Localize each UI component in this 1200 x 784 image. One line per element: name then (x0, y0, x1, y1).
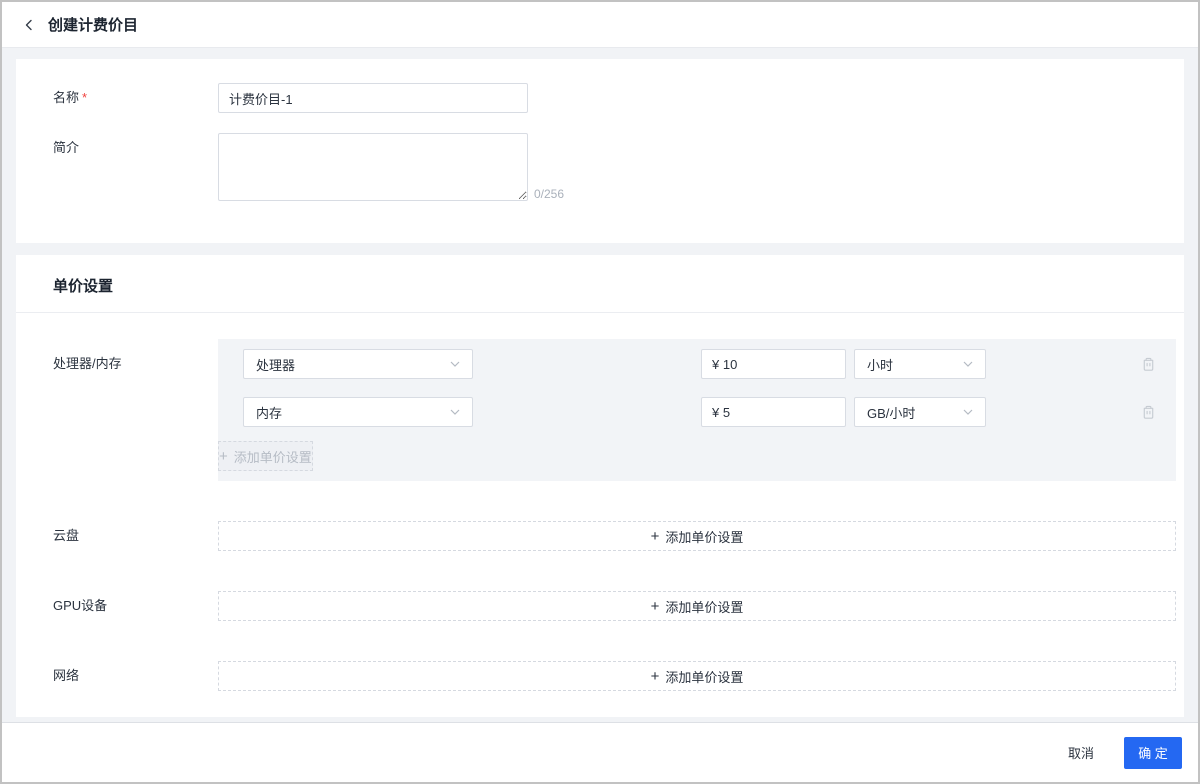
page-header: 创建计费价目 (2, 2, 1198, 48)
plus-icon: + (650, 667, 660, 685)
group-cloud-disk: 云盘 + 添加单价设置 (16, 521, 1184, 551)
trash-icon (1141, 357, 1156, 372)
group-label: 网络 (53, 668, 80, 683)
price-row: 内存 GB/小时 (243, 397, 1156, 427)
intro-field-row: 简介 0/256 (16, 133, 1184, 201)
footer-action-bar: 取消 确 定 (2, 722, 1198, 782)
delete-row-button[interactable] (1141, 405, 1156, 420)
cancel-button[interactable]: 取消 (1062, 737, 1100, 768)
name-input[interactable] (218, 83, 528, 113)
basic-info-card: 名称* 简介 0/256 (16, 59, 1184, 243)
group-label: 云盘 (53, 528, 80, 543)
back-button[interactable] (22, 18, 36, 32)
chevron-down-icon (450, 361, 460, 367)
select-value: 内存 (256, 405, 283, 421)
intro-textarea-wrap: 0/256 (218, 133, 564, 201)
group-network: 网络 + 添加单价设置 (16, 661, 1184, 691)
add-price-row-button[interactable]: + 添加单价设置 (218, 661, 1176, 691)
select-value: GB/小时 (867, 405, 916, 421)
intro-label: 简介 (53, 140, 80, 155)
page-title: 创建计费价目 (48, 17, 139, 34)
intro-textarea[interactable] (218, 133, 528, 201)
price-input[interactable] (701, 349, 846, 379)
plus-icon: + (650, 597, 660, 615)
chevron-down-icon (963, 361, 973, 367)
char-counter: 0/256 (534, 187, 565, 201)
name-label: 名称 * (53, 90, 88, 105)
section-title: 单价设置 (53, 278, 114, 295)
add-button-label: 添加单价设置 (233, 449, 312, 465)
page-content: 名称* 简介 0/256 单价设置 处理器/内存 (2, 48, 1198, 722)
confirm-button[interactable]: 确 定 (1124, 736, 1182, 769)
unit-price-card: 单价设置 处理器/内存 处理器 小时 (16, 255, 1184, 717)
group-label: 处理器/内存 (53, 356, 122, 371)
chevron-down-icon (963, 409, 973, 415)
unit-select[interactable]: 小时 (854, 349, 986, 379)
group-label: GPU设备 (53, 598, 108, 613)
create-billing-price-page: 创建计费价目 名称* 简介 0/256 单价设置 (0, 0, 1200, 784)
select-value: 小时 (867, 357, 894, 373)
add-price-row-button[interactable]: + 添加单价设置 (218, 591, 1176, 621)
add-button-label: 添加单价设置 (665, 599, 744, 615)
add-button-label: 添加单价设置 (665, 529, 744, 545)
delete-row-button[interactable] (1141, 357, 1156, 372)
add-price-row-button[interactable]: + 添加单价设置 (218, 521, 1176, 551)
plus-icon: + (650, 527, 660, 545)
group-cpu-memory: 处理器/内存 处理器 小时 (16, 339, 1184, 481)
price-input[interactable] (701, 397, 846, 427)
trash-icon (1141, 405, 1156, 420)
select-value: 处理器 (256, 357, 296, 373)
chevron-left-icon (22, 18, 36, 32)
add-price-row-button[interactable]: + 添加单价设置 (218, 441, 313, 471)
chevron-down-icon (450, 409, 460, 415)
unit-select[interactable]: GB/小时 (854, 397, 986, 427)
resource-type-select[interactable]: 内存 (243, 397, 473, 427)
price-row: 处理器 小时 (243, 349, 1156, 379)
name-field-row: 名称 * (16, 83, 1184, 113)
section-divider (16, 312, 1184, 313)
plus-icon: + (219, 447, 228, 465)
resource-type-select[interactable]: 处理器 (243, 349, 473, 379)
add-button-label: 添加单价设置 (665, 669, 744, 685)
price-rows-panel: 处理器 小时 (218, 339, 1176, 481)
group-gpu-device: GPU设备 + 添加单价设置 (16, 591, 1184, 621)
required-mark: * (82, 90, 88, 105)
